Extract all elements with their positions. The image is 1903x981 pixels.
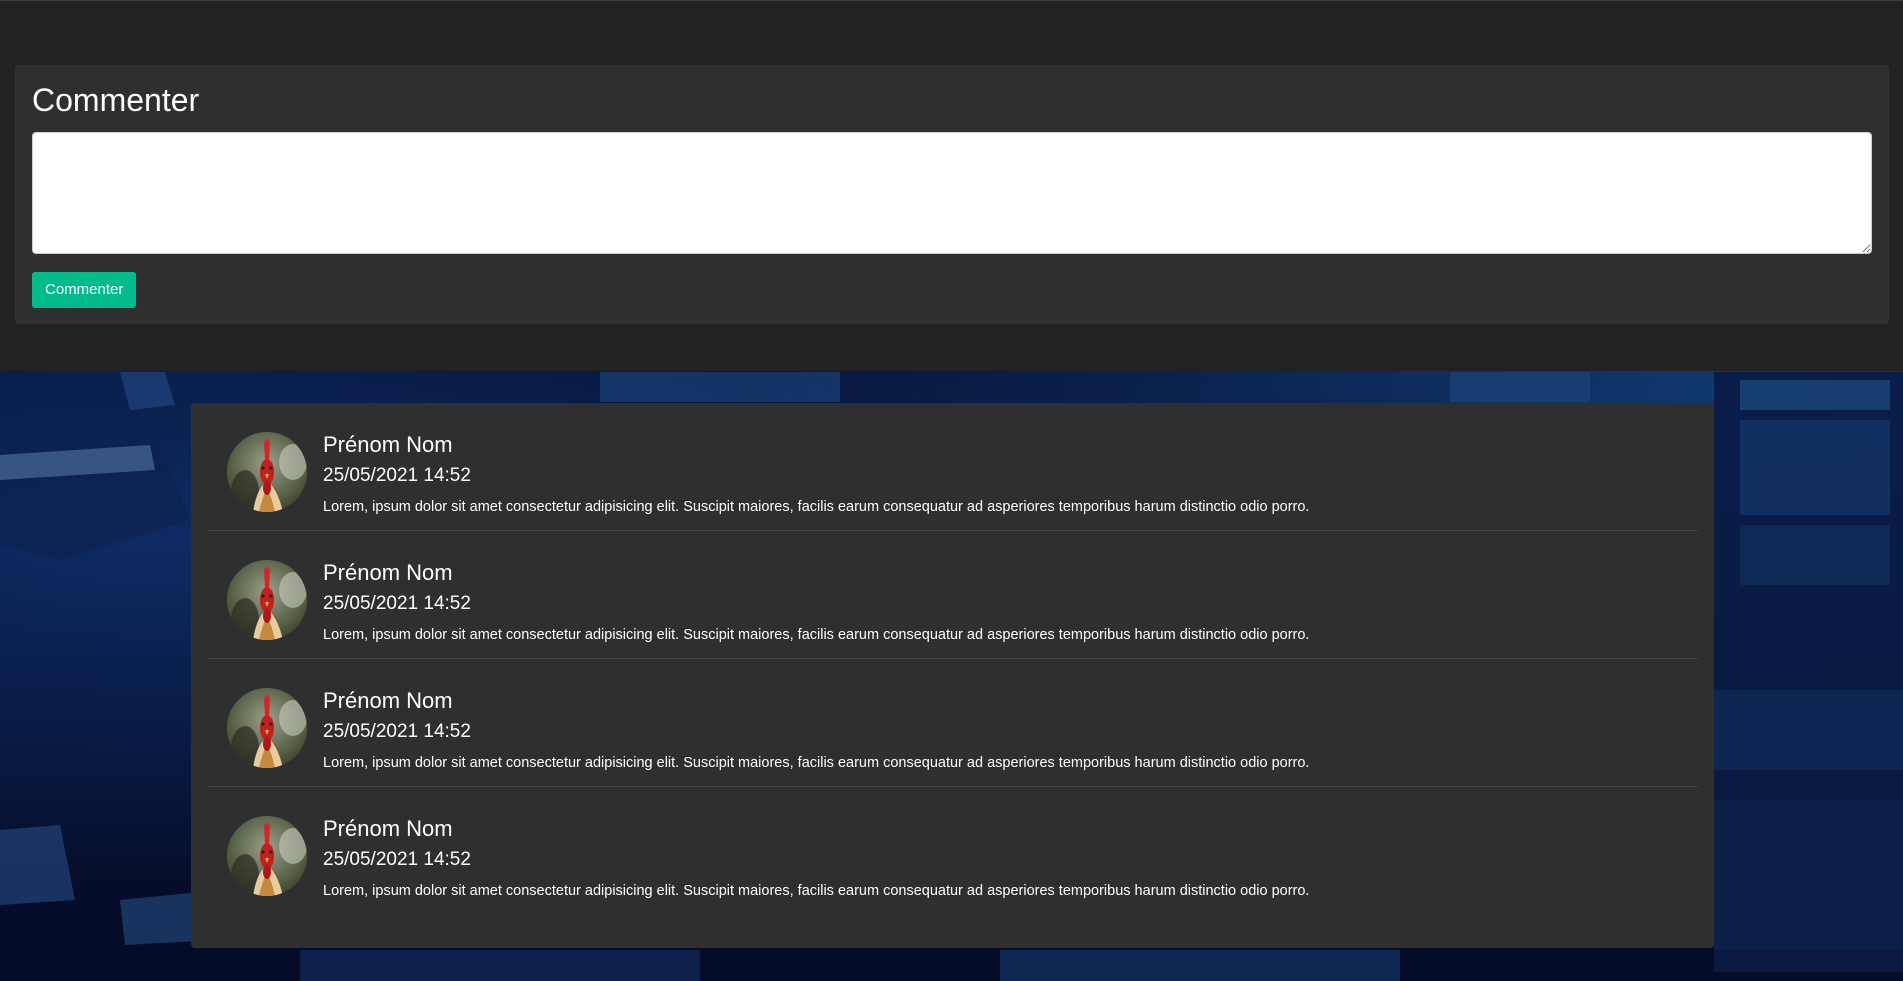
comment-text: Lorem, ipsum dolor sit amet consectetur … <box>323 627 1310 643</box>
comment-text: Lorem, ipsum dolor sit amet consectetur … <box>323 499 1310 515</box>
comments-list: Prénom Nom 25/05/2021 14:52 Lorem, ipsum… <box>191 403 1714 948</box>
comment-item: Prénom Nom 25/05/2021 14:52 Lorem, ipsum… <box>207 403 1698 531</box>
submit-comment-button[interactable]: Commenter <box>32 272 137 308</box>
comment-author: Prénom Nom <box>323 432 453 457</box>
avatar-rooster-icon <box>227 688 307 768</box>
comment-text: Lorem, ipsum dolor sit amet consectetur … <box>323 883 1310 899</box>
comment-date: 25/05/2021 14:52 <box>323 849 471 870</box>
comment-author: Prénom Nom <box>323 560 453 585</box>
comment-text: Lorem, ipsum dolor sit amet consectetur … <box>323 755 1310 771</box>
comment-date: 25/05/2021 14:52 <box>323 721 471 742</box>
comment-item: Prénom Nom 25/05/2021 14:52 Lorem, ipsum… <box>207 787 1698 915</box>
comment-date: 25/05/2021 14:52 <box>323 593 471 614</box>
avatar-rooster-icon <box>227 560 307 640</box>
comment-item: Prénom Nom 25/05/2021 14:52 Lorem, ipsum… <box>207 531 1698 659</box>
form-title: Commenter <box>32 82 200 118</box>
avatar-rooster-icon <box>227 816 307 896</box>
comment-date: 25/05/2021 14:52 <box>323 465 471 486</box>
comment-item: Prénom Nom 25/05/2021 14:52 Lorem, ipsum… <box>207 659 1698 787</box>
comment-textarea[interactable] <box>32 132 1872 254</box>
avatar-rooster-icon <box>227 432 307 512</box>
comment-author: Prénom Nom <box>323 688 453 713</box>
comment-form-section: Commenter Commenter <box>0 0 1903 371</box>
comment-author: Prénom Nom <box>323 816 453 841</box>
comment-form-card: Commenter Commenter <box>15 65 1889 324</box>
